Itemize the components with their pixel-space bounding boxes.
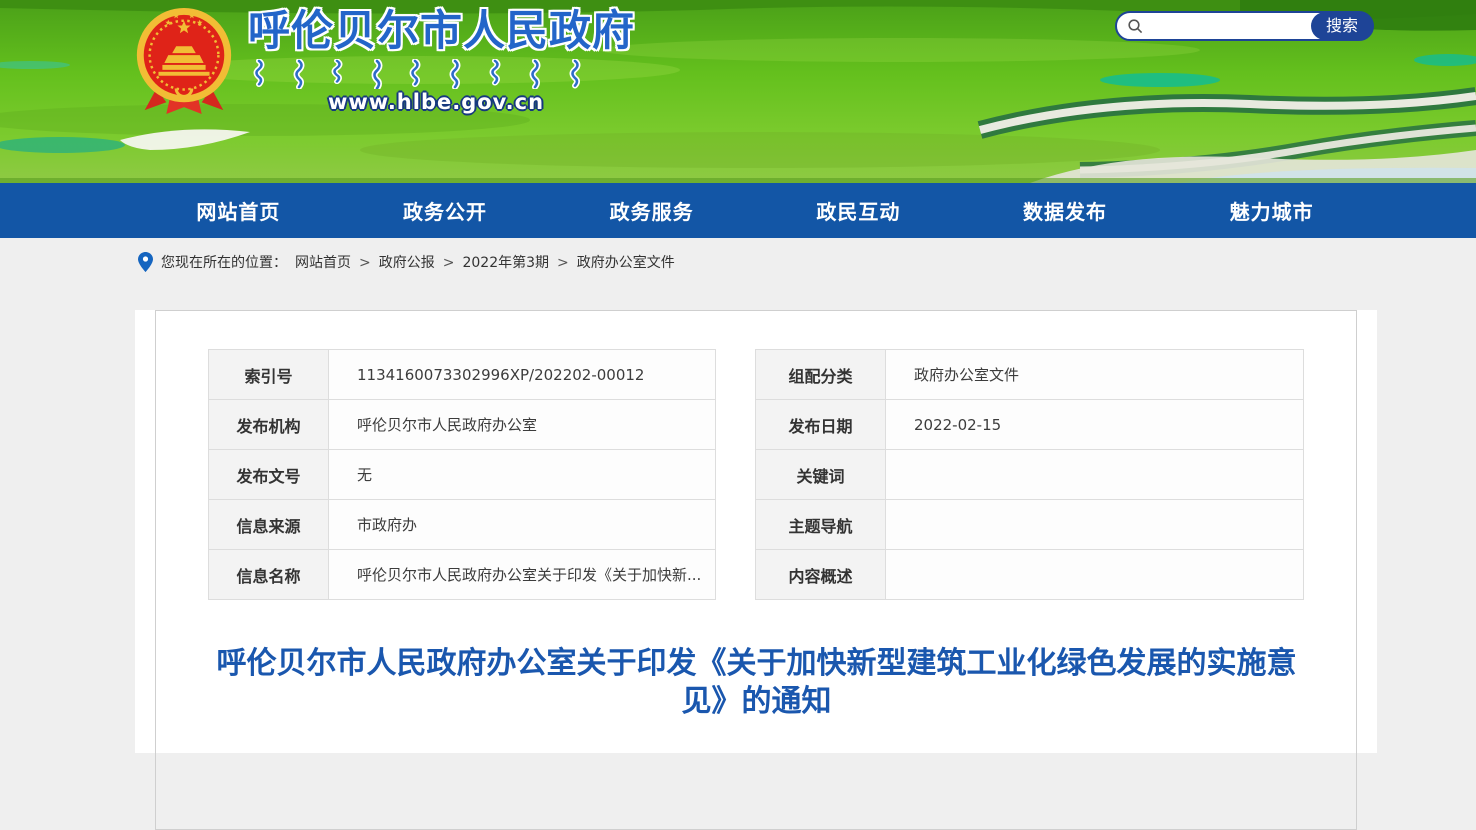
field-value <box>886 450 1304 500</box>
content-card: 索引号1134160073302996XP/202202-00012发布机构呼伦… <box>135 310 1377 753</box>
nav-item-2[interactable]: 政务公开 <box>342 196 549 225</box>
field-label: 组配分类 <box>756 350 886 400</box>
field-value: 无 <box>329 450 716 500</box>
search-input[interactable] <box>1150 16 1311 36</box>
nav-item-1[interactable]: 网站首页 <box>135 196 342 225</box>
field-label: 信息来源 <box>209 500 329 550</box>
site-url: www.hlbe.gov.cn <box>248 90 624 114</box>
field-value: 呼伦贝尔市人民政府办公室关于印发《关于加快新... <box>329 550 716 600</box>
field-value <box>886 550 1304 600</box>
breadcrumb-trail: 网站首页 > 政府公报 >2022年第3期 > 政府办公室文件 <box>295 252 675 272</box>
table-row: 内容概述 <box>756 550 1304 600</box>
location-pin-icon <box>138 252 153 272</box>
main-nav: 网站首页政务公开政务服务政民互动数据发布魅力城市 <box>135 196 1375 225</box>
table-row: 主题导航 <box>756 500 1304 550</box>
table-row: 发布日期2022-02-15 <box>756 400 1304 450</box>
main-nav-bar: 网站首页政务公开政务服务政民互动数据发布魅力城市 <box>0 183 1476 238</box>
field-label: 索引号 <box>209 350 329 400</box>
search-bar: 搜索 <box>1115 11 1374 41</box>
breadcrumb-item-2[interactable]: 政府公报 <box>379 255 435 271</box>
field-label: 发布日期 <box>756 400 886 450</box>
nav-item-5[interactable]: 数据发布 <box>962 196 1169 225</box>
table-row: 索引号1134160073302996XP/202202-00012 <box>209 350 716 400</box>
breadcrumb-item-3[interactable]: 2022年第3期 <box>462 255 549 271</box>
breadcrumb-separator: > <box>359 255 371 271</box>
field-label: 发布文号 <box>209 450 329 500</box>
meta-table-left: 索引号1134160073302996XP/202202-00012发布机构呼伦… <box>208 349 716 600</box>
table-row: 关键词 <box>756 450 1304 500</box>
nav-item-4[interactable]: 政民互动 <box>755 196 962 225</box>
site-logo[interactable]: 呼伦贝尔市人民政府 <box>132 6 635 116</box>
national-emblem-icon <box>132 6 236 116</box>
field-label: 内容概述 <box>756 550 886 600</box>
mongolian-script <box>252 59 612 89</box>
field-value <box>886 500 1304 550</box>
field-label: 主题导航 <box>756 500 886 550</box>
search-icon <box>1127 18 1144 35</box>
field-value: 2022-02-15 <box>886 400 1304 450</box>
breadcrumb-separator: > <box>443 255 455 271</box>
meta-table-right: 组配分类政府办公室文件发布日期2022-02-15关键词主题导航内容概述 <box>755 349 1304 600</box>
breadcrumb-item-4[interactable]: 政府办公室文件 <box>577 255 675 271</box>
breadcrumb-prefix: 您现在所在的位置： <box>161 252 287 272</box>
table-row: 组配分类政府办公室文件 <box>756 350 1304 400</box>
document-meta: 索引号1134160073302996XP/202202-00012发布机构呼伦… <box>208 349 1305 600</box>
field-value: 1134160073302996XP/202202-00012 <box>329 350 716 400</box>
breadcrumb: 您现在所在的位置： 网站首页 > 政府公报 >2022年第3期 > 政府办公室文件 <box>0 238 1476 285</box>
breadcrumb-separator: > <box>557 255 569 271</box>
table-row: 信息来源市政府办 <box>209 500 716 550</box>
nav-item-6[interactable]: 魅力城市 <box>1168 196 1375 225</box>
nav-item-3[interactable]: 政务服务 <box>548 196 755 225</box>
field-label: 信息名称 <box>209 550 329 600</box>
site-banner: 呼伦贝尔市人民政府 <box>0 0 1476 183</box>
table-row: 发布机构呼伦贝尔市人民政府办公室 <box>209 400 716 450</box>
field-value: 市政府办 <box>329 500 716 550</box>
search-button[interactable]: 搜索 <box>1311 12 1373 40</box>
article-title: 呼伦贝尔市人民政府办公室关于印发《关于加快新型建筑工业化绿色发展的实施意见》的通… <box>208 645 1305 721</box>
logo-text-block: 呼伦贝尔市人民政府 <box>248 6 635 114</box>
field-value: 政府办公室文件 <box>886 350 1304 400</box>
site-title: 呼伦贝尔市人民政府 <box>248 6 635 56</box>
table-row: 发布文号无 <box>209 450 716 500</box>
table-row: 信息名称呼伦贝尔市人民政府办公室关于印发《关于加快新... <box>209 550 716 600</box>
breadcrumb-item-1[interactable]: 网站首页 <box>295 255 351 271</box>
field-label: 关键词 <box>756 450 886 500</box>
field-label: 发布机构 <box>209 400 329 450</box>
field-value: 呼伦贝尔市人民政府办公室 <box>329 400 716 450</box>
document-panel: 索引号1134160073302996XP/202202-00012发布机构呼伦… <box>155 310 1357 830</box>
